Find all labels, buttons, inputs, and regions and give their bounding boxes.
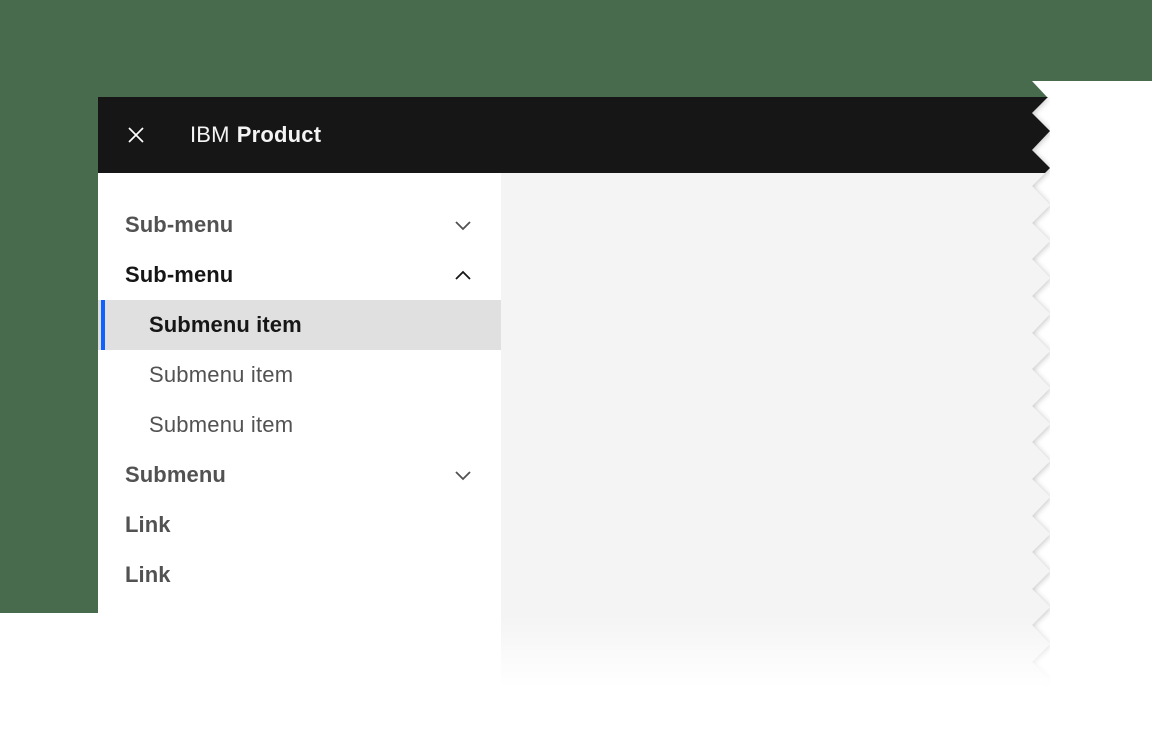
chevron-down-icon [455,470,471,481]
brand-prefix: IBM [190,122,230,148]
sidenav-item-label: Sub-menu [125,212,233,238]
sidenav-item-submenu-1[interactable]: Sub-menu [98,200,501,250]
sidenav-item-link-2[interactable]: Link [98,550,501,600]
window-torn-edge: IBM Product Sub-menu [98,97,1050,700]
brand-name: Product [237,122,322,148]
window-shadow-layer: IBM Product Sub-menu [98,97,1050,700]
shell-body: Sub-menu Sub-menu [98,173,1050,700]
ui-shell-window: IBM Product Sub-menu [98,97,1050,700]
sidenav-subitem-label: Submenu item [149,312,302,338]
side-nav: Sub-menu Sub-menu [98,173,501,700]
sidenav-subitem-2[interactable]: Submenu item [98,350,501,400]
sidenav-item-submenu-2[interactable]: Sub-menu [98,250,501,300]
content-area [501,173,1050,700]
sidenav-item-link-1[interactable]: Link [98,500,501,550]
sidenav-subitem-label: Submenu item [149,412,293,438]
page: IBM Product Sub-menu [0,0,1152,739]
chevron-up-icon [455,270,471,281]
sidenav-item-label: Sub-menu [125,262,233,288]
sidenav-subitem-3[interactable]: Submenu item [98,400,501,450]
close-button[interactable] [112,97,160,173]
sidenav-item-label: Submenu [125,462,226,488]
sidenav-item-submenu-3[interactable]: Submenu [98,450,501,500]
sidenav-item-label: Link [125,512,171,538]
close-icon [127,126,145,144]
sidenav-item-label: Link [125,562,171,588]
sidenav-subitem-label: Submenu item [149,362,293,388]
header-brand[interactable]: IBM Product [190,122,321,148]
sidenav-subitem-1-selected[interactable]: Submenu item [98,300,501,350]
shell-header: IBM Product [98,97,1050,173]
chevron-down-icon [455,220,471,231]
